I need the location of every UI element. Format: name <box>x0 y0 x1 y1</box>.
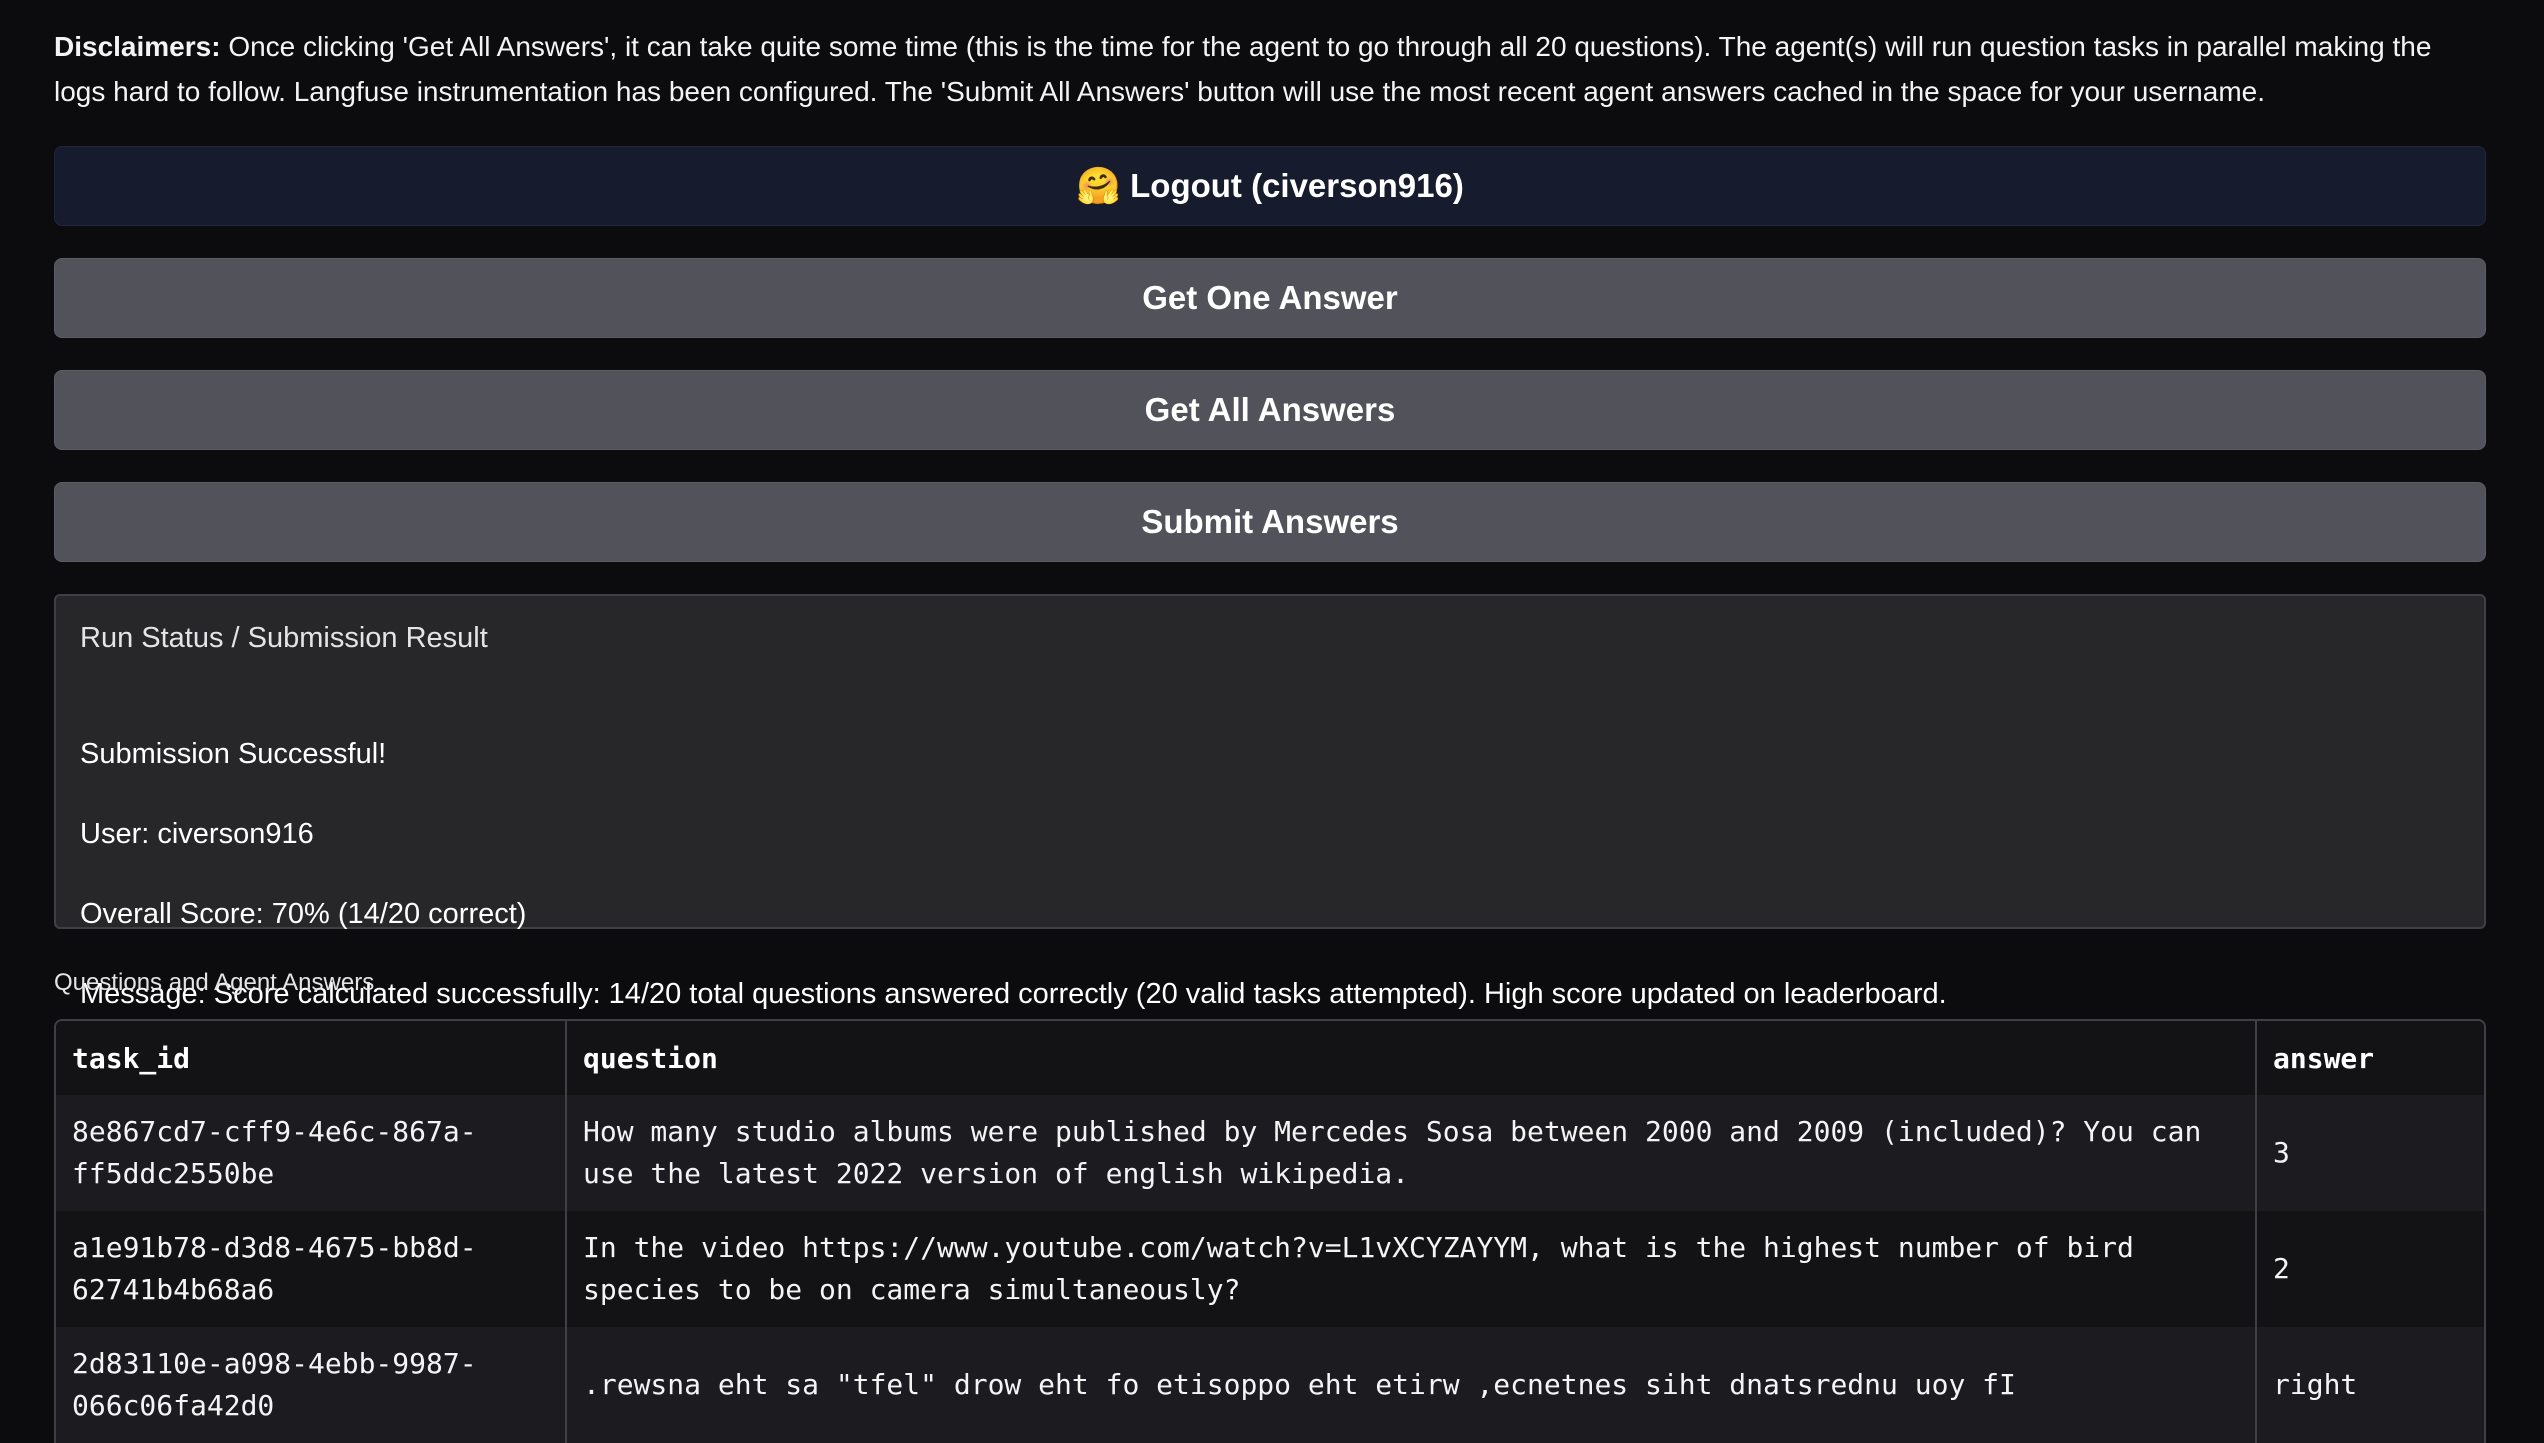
table-row: a1e91b78-d3d8-4675-bb8d-62741b4b68a6 In … <box>56 1211 2484 1327</box>
run-status-label: Run Status / Submission Result <box>80 622 488 654</box>
get-one-answer-button[interactable]: Get One Answer <box>54 258 2486 338</box>
cell-task-id[interactable]: a1e91b78-d3d8-4675-bb8d-62741b4b68a6 <box>56 1211 567 1327</box>
submit-answers-button[interactable]: Submit Answers <box>54 482 2486 562</box>
app-container: Disclaimers: Once clicking 'Get All Answ… <box>54 0 2486 1443</box>
get-one-answer-label: Get One Answer <box>1142 279 1398 316</box>
cell-question[interactable]: In the video https://www.youtube.com/wat… <box>566 1211 2257 1327</box>
logout-button-label: Logout (civerson916) <box>1130 167 1464 204</box>
hugging-face-icon: 🤗 <box>1076 165 1121 206</box>
status-line-score: Overall Score: 70% (14/20 correct) <box>80 898 527 930</box>
cell-answer[interactable]: 3 <box>2256 1095 2484 1211</box>
cell-task-id[interactable]: 2d83110e-a098-4ebb-9987-066c06fa42d0 <box>56 1327 567 1443</box>
submit-answers-label: Submit Answers <box>1141 503 1399 540</box>
table-header-row: task_id question answer <box>56 1021 2484 1095</box>
cell-question[interactable]: How many studio albums were published by… <box>566 1095 2257 1211</box>
cell-task-id[interactable]: 8e867cd7-cff9-4e6c-867a-ff5ddc2550be <box>56 1095 567 1211</box>
run-status-textbox[interactable]: Run Status / Submission Result Submissio… <box>54 594 2486 1010</box>
get-all-answers-label: Get All Answers <box>1144 391 1396 428</box>
get-all-answers-button[interactable]: Get All Answers <box>54 370 2486 450</box>
table-row: 8e867cd7-cff9-4e6c-867a-ff5ddc2550be How… <box>56 1095 2484 1211</box>
status-line-result: Submission Successful! <box>80 738 387 770</box>
status-line-user: User: civerson916 <box>80 818 314 850</box>
disclaimer-body: Once clicking 'Get All Answers', it can … <box>54 31 2432 107</box>
disclaimer-heading: Disclaimers: <box>54 31 221 62</box>
column-header-task-id[interactable]: task_id <box>56 1021 567 1095</box>
cell-answer[interactable]: 2 <box>2256 1211 2484 1327</box>
logout-button[interactable]: 🤗 Logout (civerson916) <box>54 146 2486 226</box>
disclaimer-text: Disclaimers: Once clicking 'Get All Answ… <box>54 24 2486 114</box>
table-row: 2d83110e-a098-4ebb-9987-066c06fa42d0 .re… <box>56 1327 2484 1443</box>
column-header-answer[interactable]: answer <box>2256 1021 2484 1095</box>
results-table: task_id question answer 8e867cd7-cff9-4e… <box>54 1019 2486 1443</box>
cell-question[interactable]: .rewsna eht sa "tfel" drow eht fo etisop… <box>566 1327 2257 1443</box>
column-header-question[interactable]: question <box>566 1021 2257 1095</box>
cell-answer[interactable]: right <box>2256 1327 2484 1443</box>
run-status-content: Submission Successful! User: civerson916… <box>80 694 2460 1054</box>
